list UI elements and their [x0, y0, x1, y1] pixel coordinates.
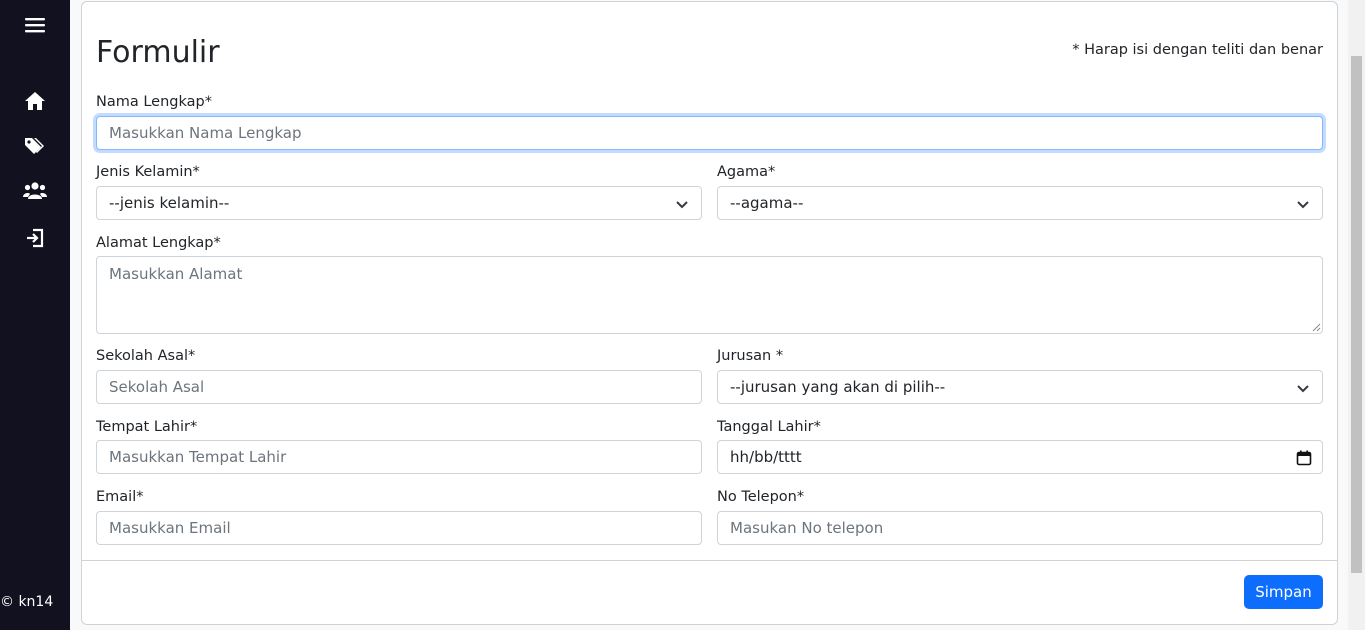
tags-icon[interactable] — [19, 130, 51, 162]
telepon-placeholder: Masukan No telepon — [730, 519, 884, 537]
card-footer-divider — [82, 560, 1337, 561]
agama-label: Agama* — [717, 164, 776, 180]
tanggal-lahir-label: Tanggal Lahir* — [717, 419, 821, 435]
email-placeholder: Masukkan Email — [109, 519, 231, 537]
sekolah-input[interactable]: Sekolah Asal — [96, 370, 702, 404]
scrollbar-thumb[interactable] — [1351, 56, 1362, 573]
tanggal-lahir-value: hh/bb/tttt — [730, 448, 802, 466]
alamat-label: Alamat Lengkap* — [96, 235, 221, 251]
sekolah-label: Sekolah Asal* — [96, 348, 196, 364]
menu-icon[interactable] — [19, 9, 51, 41]
form-note: * Harap isi dengan teliti dan benar — [1072, 42, 1323, 58]
resize-grip-icon[interactable] — [1311, 322, 1321, 332]
calendar-icon[interactable] — [1296, 450, 1312, 466]
alamat-textarea[interactable]: Masukkan Alamat — [96, 256, 1323, 334]
chevron-down-icon — [676, 201, 688, 209]
jenis-kelamin-label: Jenis Kelamin* — [96, 164, 200, 180]
logout-icon[interactable] — [19, 222, 51, 254]
nama-label: Nama Lengkap* — [96, 94, 212, 110]
sidebar: © kn14 — [0, 0, 70, 630]
home-icon[interactable] — [19, 85, 51, 117]
alamat-placeholder: Masukkan Alamat — [109, 265, 243, 283]
tempat-lahir-placeholder: Masukkan Tempat Lahir — [109, 448, 287, 466]
email-label: Email* — [96, 489, 144, 505]
agama-value: --agama-- — [730, 194, 804, 212]
page-title: Formulir — [96, 35, 220, 70]
jurusan-value: --jurusan yang akan di pilih-- — [730, 378, 946, 396]
save-button[interactable]: Simpan — [1244, 575, 1323, 609]
chevron-down-icon — [1297, 201, 1309, 209]
jenis-kelamin-select[interactable]: --jenis kelamin-- — [96, 186, 702, 220]
tanggal-lahir-input[interactable]: hh/bb/tttt — [717, 440, 1323, 474]
email-input[interactable]: Masukkan Email — [96, 511, 702, 545]
sekolah-placeholder: Sekolah Asal — [109, 378, 205, 396]
nama-input[interactable]: Masukkan Nama Lengkap — [96, 116, 1323, 150]
telepon-input[interactable]: Masukan No telepon — [717, 511, 1323, 545]
chevron-down-icon — [1297, 385, 1309, 393]
jenis-kelamin-value: --jenis kelamin-- — [109, 194, 230, 212]
jurusan-label: Jurusan * — [717, 348, 784, 364]
nama-placeholder: Masukkan Nama Lengkap — [109, 124, 302, 142]
copyright-text: © kn14 — [0, 594, 54, 610]
tempat-lahir-label: Tempat Lahir* — [96, 419, 198, 435]
tempat-lahir-input[interactable]: Masukkan Tempat Lahir — [96, 440, 702, 474]
telepon-label: No Telepon* — [717, 489, 805, 505]
jurusan-select[interactable]: --jurusan yang akan di pilih-- — [717, 370, 1323, 404]
users-icon[interactable] — [19, 175, 51, 207]
agama-select[interactable]: --agama-- — [717, 186, 1323, 220]
